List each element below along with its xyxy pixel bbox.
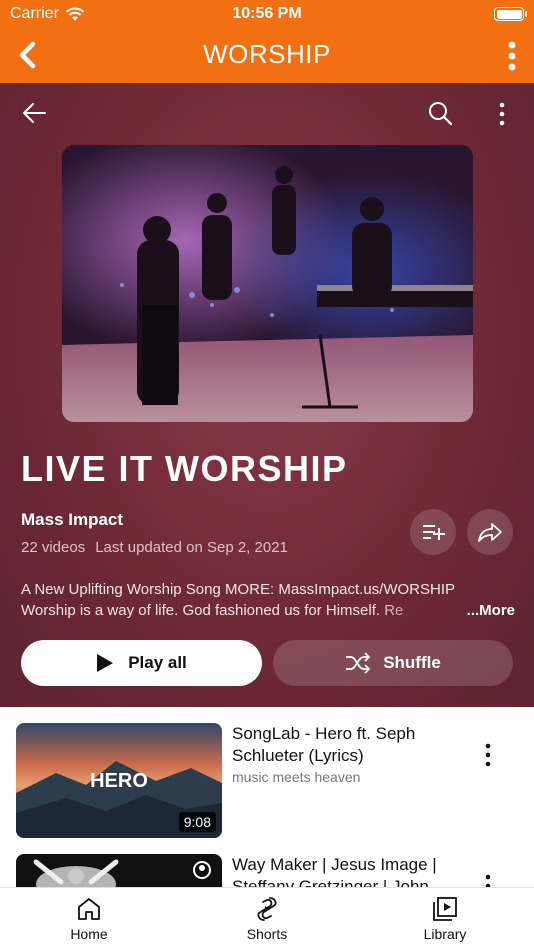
playlist-add-icon — [423, 525, 445, 540]
worship-crowd-image — [16, 854, 222, 887]
concert-stage-image — [62, 145, 473, 422]
video-count: 22 videos — [21, 539, 86, 556]
share-icon — [478, 523, 502, 542]
playlist-title: LIVE IT WORSHIP — [21, 448, 348, 489]
more-vertical-icon[interactable] — [496, 101, 508, 127]
tab-label: Library — [423, 926, 467, 942]
description-line: Worship is a way of life. God fashioned … — [21, 602, 404, 619]
thumbnail-text: HERO — [90, 770, 148, 792]
video-channel: music meets heaven — [232, 769, 361, 785]
video-title[interactable]: Way Maker | Jesus Image | Steffany Gretz… — [232, 854, 462, 887]
play-all-label: Play all — [128, 653, 187, 672]
status-bar: Carrier 10:56 PM — [0, 0, 534, 28]
tab-home[interactable]: Home — [39, 896, 139, 942]
search-icon[interactable] — [426, 99, 454, 127]
share-button[interactable] — [467, 509, 513, 555]
tab-library[interactable]: Library — [395, 896, 495, 942]
tab-label: Home — [70, 926, 108, 942]
playlist-meta: 22 videos Last updated on Sep 2, 2021 — [21, 539, 288, 556]
more-vertical-icon[interactable] — [483, 874, 493, 887]
status-time: 10:56 PM — [232, 5, 302, 22]
shorts-icon — [257, 897, 277, 921]
description-line: A New Uplifting Worship Song MORE: MassI… — [21, 581, 456, 598]
more-vertical-icon[interactable] — [506, 41, 518, 71]
arrow-left-icon[interactable] — [20, 99, 48, 127]
shuffle-icon — [346, 652, 371, 674]
tab-shorts[interactable]: Shorts — [217, 896, 317, 942]
home-icon — [78, 898, 100, 920]
tab-label: Shorts — [246, 926, 288, 942]
channel-name[interactable]: Mass Impact — [21, 510, 123, 530]
play-all-button[interactable]: Play all — [21, 640, 262, 686]
add-to-playlist-button[interactable] — [410, 509, 456, 555]
playlist-thumbnail[interactable] — [62, 145, 473, 422]
list-item[interactable]: Way Maker | Jesus Image | Steffany Gretz… — [0, 838, 534, 887]
playlist-header: LIVE IT WORSHIP Mass Impact 22 videos La… — [0, 83, 534, 707]
video-thumbnail[interactable]: HERO 9:08 — [16, 723, 222, 838]
bottom-tab-bar: Home Shorts Library — [0, 887, 534, 950]
library-icon — [433, 897, 457, 921]
more-link[interactable]: ...More — [457, 600, 515, 621]
video-thumbnail[interactable] — [16, 854, 222, 887]
more-vertical-icon[interactable] — [483, 743, 493, 767]
battery-icon — [494, 7, 527, 21]
page-title: WORSHIP — [203, 39, 331, 69]
video-list: HERO 9:08 SongLab - Hero ft. Seph Schlue… — [0, 707, 534, 887]
last-updated: Last updated on Sep 2, 2021 — [95, 539, 288, 556]
video-title[interactable]: SongLab - Hero ft. Seph Schlueter (Lyric… — [232, 723, 462, 767]
video-duration: 9:08 — [178, 812, 216, 832]
playlist-description[interactable]: A New Uplifting Worship Song MORE: MassI… — [21, 579, 515, 621]
play-icon — [97, 654, 114, 672]
shuffle-button[interactable]: Shuffle — [273, 640, 513, 686]
list-item[interactable]: HERO 9:08 SongLab - Hero ft. Seph Schlue… — [0, 707, 534, 838]
app-header: WORSHIP — [0, 28, 534, 83]
shuffle-label: Shuffle — [383, 653, 441, 672]
